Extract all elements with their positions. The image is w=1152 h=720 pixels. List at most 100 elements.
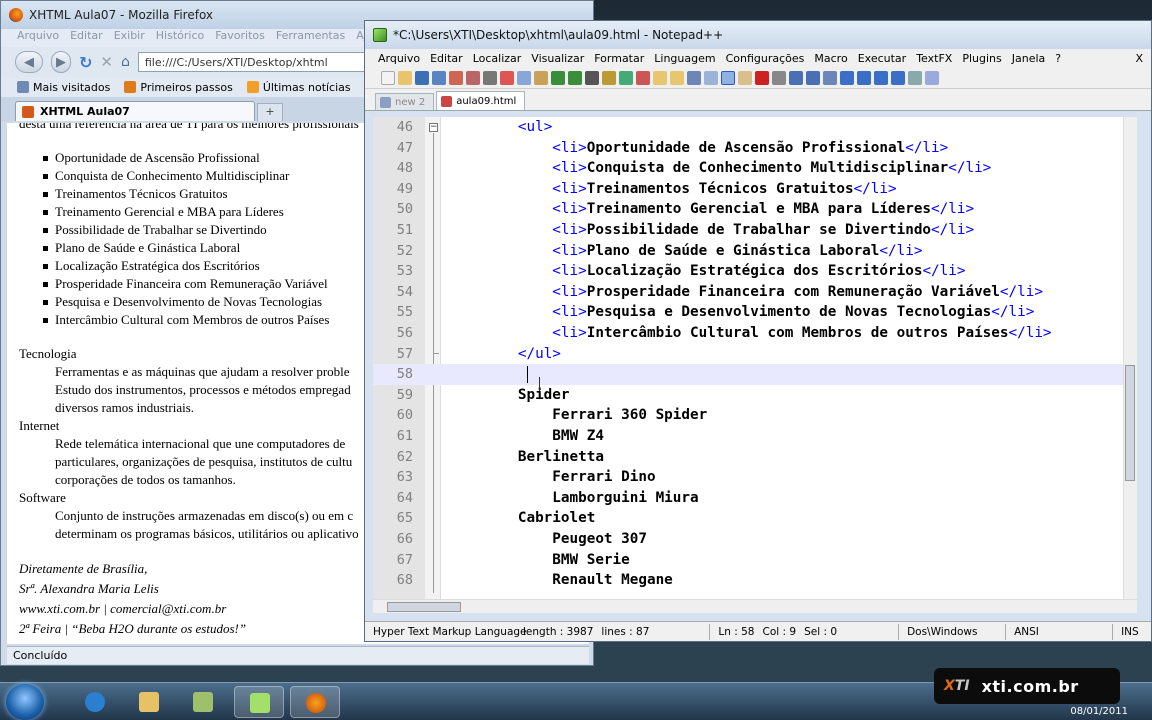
close-document-button[interactable]: X xyxy=(1130,52,1151,65)
line-number: 63 xyxy=(396,469,413,486)
code-line: 67 BMW Serie xyxy=(373,550,1137,571)
horizontal-scrollbar[interactable] xyxy=(373,599,1137,613)
record-macro-icon[interactable] xyxy=(755,70,769,85)
menu-exibir[interactable]: Exibir xyxy=(114,29,145,47)
reload-icon[interactable]: ↻ xyxy=(79,53,92,72)
taskbar-app[interactable] xyxy=(178,686,228,718)
benefits-list: Oportunidade de Ascensão Profissional Co… xyxy=(7,149,329,329)
move-up-icon[interactable] xyxy=(857,70,871,85)
play-macro-icon[interactable] xyxy=(789,70,803,85)
status-eol: Dos\Windows xyxy=(907,625,978,638)
code-text: <li>Prosperidade Financeira com Remunera… xyxy=(552,283,1043,300)
line-number: 53 xyxy=(396,263,413,280)
home-icon[interactable]: ⌂ xyxy=(121,54,130,70)
notepadpp-window: *C:\Users\XTI\Desktop\xhtml\aula09.html … xyxy=(364,20,1152,642)
code-line: 52 <li>Plano de Saúde e Ginástica Labora… xyxy=(373,241,1137,262)
xti-logo-mark: XTI xyxy=(944,678,970,694)
clock-date: 08/01/2011 xyxy=(1070,706,1128,717)
run-macro-icon[interactable] xyxy=(806,70,820,85)
code-line: 54 <li>Prosperidade Financeira com Remun… xyxy=(373,282,1137,303)
close-icon[interactable] xyxy=(449,70,463,85)
doc-map-icon[interactable] xyxy=(738,70,752,85)
zoom-out-icon[interactable] xyxy=(636,70,650,85)
code-editor[interactable]: − 46 <ul> 47 <li>Oportunidade de Ascensão… xyxy=(373,117,1137,599)
bookmark-item[interactable]: Últimas notícias xyxy=(246,81,351,94)
spell-icon[interactable] xyxy=(925,70,939,85)
save-macro-icon[interactable] xyxy=(823,70,837,85)
menu-favoritos[interactable]: Favoritos xyxy=(215,29,265,47)
bookmark-item[interactable]: Mais visitados xyxy=(17,81,110,94)
undo-icon[interactable] xyxy=(551,70,565,85)
paste-icon[interactable] xyxy=(534,70,548,85)
sort-icon[interactable] xyxy=(891,70,905,85)
tab-new-2[interactable]: new 2 xyxy=(375,93,435,110)
menu-linguagem[interactable]: Linguagem xyxy=(649,52,720,65)
taskbar-ie[interactable] xyxy=(70,686,120,718)
code-text: <li>Treinamento Gerencial e MBA para Líd… xyxy=(552,201,975,218)
code-text: Berlinetta xyxy=(449,448,604,465)
close-all-icon[interactable] xyxy=(466,70,480,85)
term-internet: Internet xyxy=(19,418,60,433)
sync-h-icon[interactable] xyxy=(670,70,684,85)
status-mode: INS xyxy=(1121,625,1139,638)
new-file-icon[interactable] xyxy=(381,70,395,85)
menu-macro[interactable]: Macro xyxy=(809,52,852,65)
line-number: 66 xyxy=(396,531,413,547)
menu-janela[interactable]: Janela xyxy=(1007,52,1051,65)
scroll-thumb[interactable] xyxy=(1125,365,1135,481)
tab-aula09[interactable]: aula09.html xyxy=(436,91,526,110)
open-file-icon[interactable] xyxy=(398,70,412,85)
code-line: 55 <li>Pesquisa e Desenvolvimento de Nov… xyxy=(373,302,1137,323)
forward-button[interactable]: ▶ xyxy=(51,51,71,73)
print-icon[interactable] xyxy=(483,70,497,85)
code-line: 56 <li>Intercâmbio Cultural com Membros … xyxy=(373,323,1137,344)
taskbar-explorer[interactable] xyxy=(124,686,174,718)
back-button[interactable]: ◀ xyxy=(15,51,43,73)
menu-arquivo[interactable]: Arquivo xyxy=(373,52,425,65)
plugin-icon[interactable] xyxy=(908,70,922,85)
wrap-icon[interactable] xyxy=(687,70,701,85)
save-all-icon[interactable] xyxy=(432,70,446,85)
menu-localizar[interactable]: Localizar xyxy=(468,52,527,65)
menu-arquivo[interactable]: Arquivo xyxy=(17,29,59,47)
notepadpp-menubar: Arquivo Editar Localizar Visualizar Form… xyxy=(365,49,1151,67)
menu-editar[interactable]: Editar xyxy=(70,29,103,47)
menu-historico[interactable]: Histórico xyxy=(156,29,204,47)
all-chars-icon[interactable] xyxy=(704,70,718,85)
vertical-scrollbar[interactable] xyxy=(1123,117,1137,599)
scroll-thumb[interactable] xyxy=(387,602,461,612)
menu-help[interactable]: ? xyxy=(1050,52,1066,65)
firefox-title: XHTML Aula07 - Mozilla Firefox xyxy=(29,8,214,22)
taskbar-firefox[interactable] xyxy=(290,686,340,718)
menu-visualizar[interactable]: Visualizar xyxy=(526,52,589,65)
definition-line: Rede telemática internacional que une co… xyxy=(55,436,346,451)
redo-icon[interactable] xyxy=(568,70,582,85)
sync-v-icon[interactable] xyxy=(653,70,667,85)
start-button[interactable] xyxy=(6,684,44,720)
find-icon[interactable] xyxy=(585,70,599,85)
menu-editar[interactable]: Editar xyxy=(425,52,468,65)
copy-icon[interactable] xyxy=(517,70,531,85)
save-icon[interactable] xyxy=(415,70,429,85)
indent-guide-icon[interactable] xyxy=(721,70,735,85)
textfx-icon[interactable] xyxy=(840,70,854,85)
menu-textfx[interactable]: TextFX xyxy=(911,52,957,65)
tab-xhtml-aula07[interactable]: XHTML Aula07 xyxy=(15,101,255,121)
menu-formatar[interactable]: Formatar xyxy=(589,52,649,65)
menu-ferramentas[interactable]: Ferramentas xyxy=(276,29,345,47)
taskbar-notepadpp[interactable] xyxy=(234,686,284,718)
menu-plugins[interactable]: Plugins xyxy=(957,52,1006,65)
definition-list: Tecnologia Ferramentas e as máquinas que… xyxy=(19,345,359,543)
zoom-in-icon[interactable] xyxy=(619,70,633,85)
bookmark-item[interactable]: Primeiros passos xyxy=(124,81,233,94)
line-number: 56 xyxy=(396,325,413,341)
replace-icon[interactable] xyxy=(602,70,616,85)
new-tab-button[interactable]: + xyxy=(257,103,283,121)
cut-icon[interactable] xyxy=(500,70,514,85)
move-down-icon[interactable] xyxy=(874,70,888,85)
code-text: Lamborguini Miura xyxy=(449,489,699,506)
menu-configuracoes[interactable]: Configurações xyxy=(721,52,810,65)
menu-executar[interactable]: Executar xyxy=(853,52,912,65)
stop-icon[interactable]: ✕ xyxy=(100,53,113,71)
stop-macro-icon[interactable] xyxy=(772,70,786,85)
